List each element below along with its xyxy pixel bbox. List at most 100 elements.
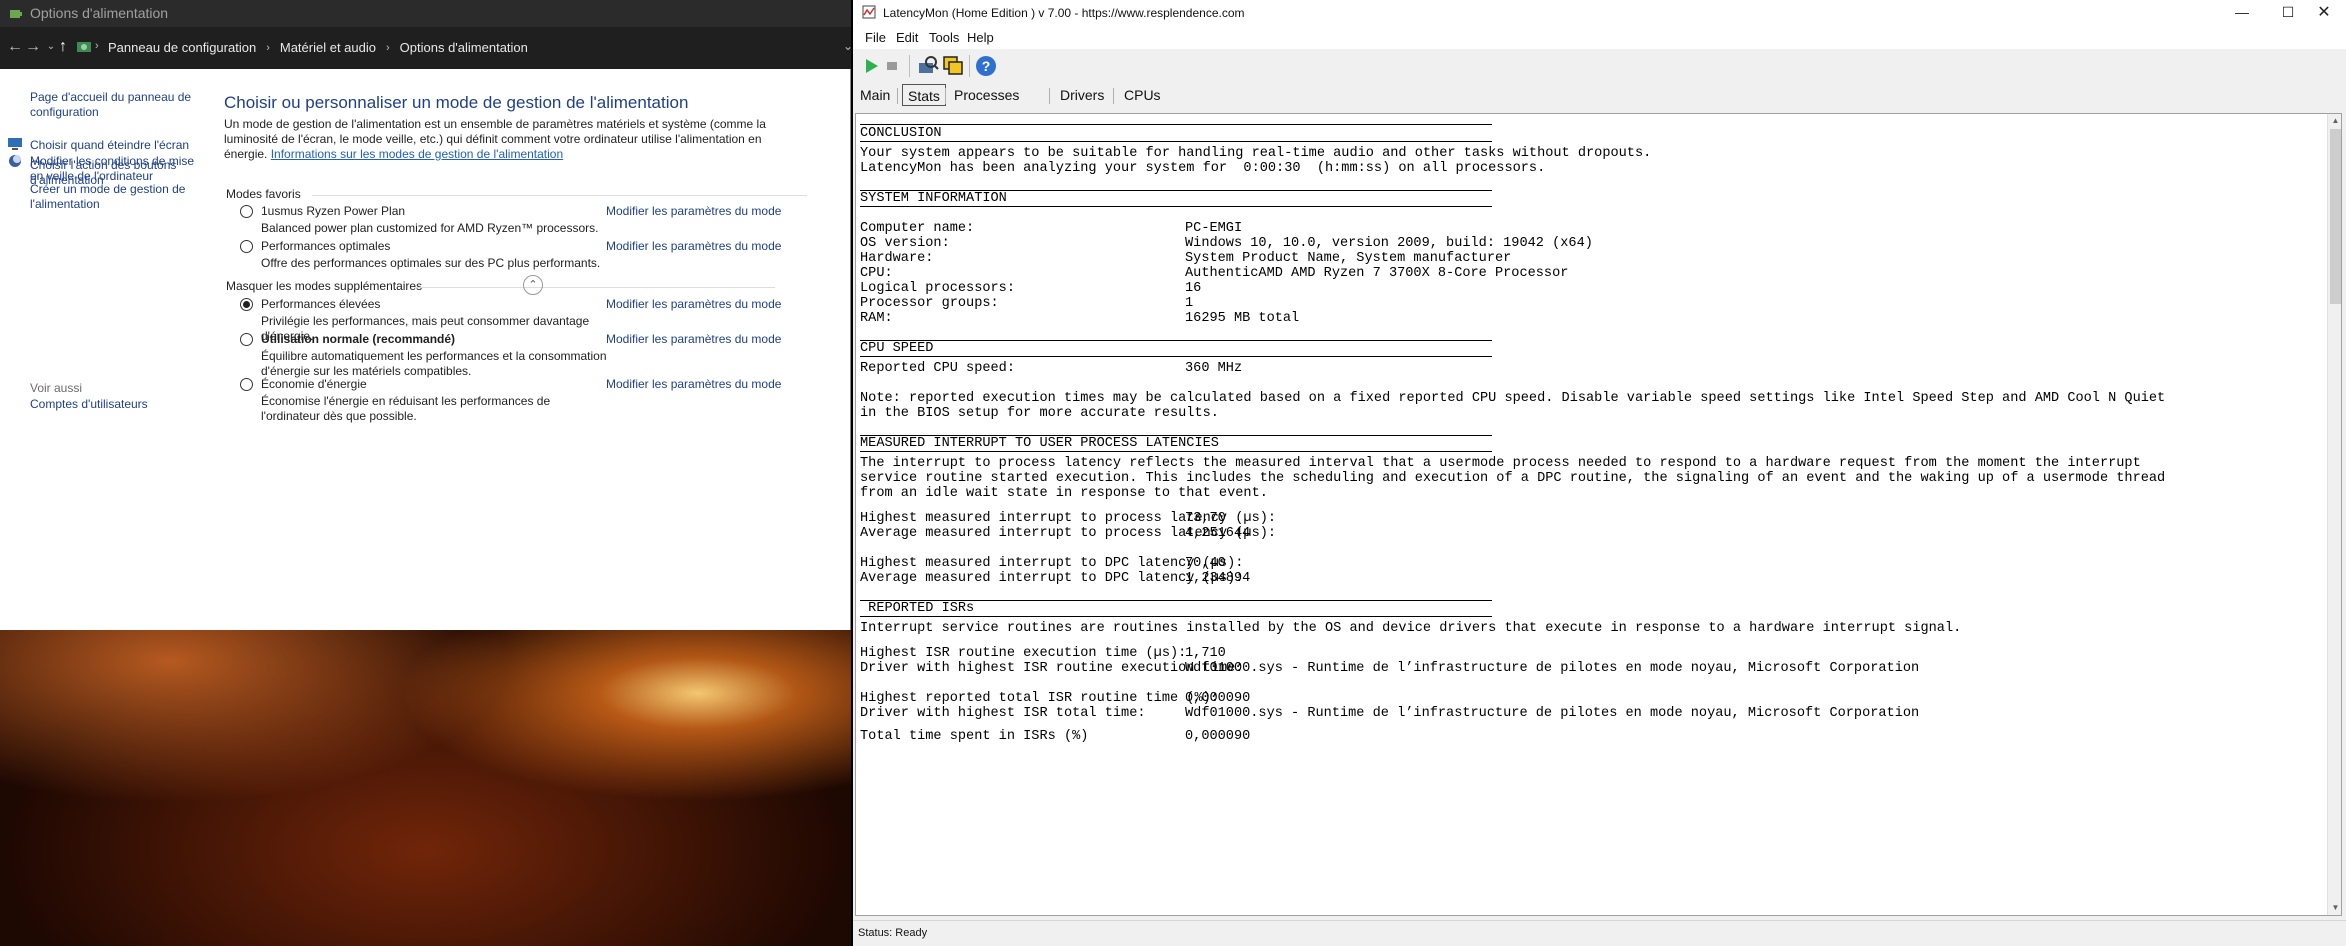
toolbar-separator [969, 55, 970, 77]
address-bar: ← → ⌄ ↑ › Panneau de configuration › Mat… [0, 27, 853, 69]
change-plan-settings-link[interactable]: Modifier les paramètres du mode [606, 377, 781, 391]
section-rule [860, 616, 1492, 617]
see-also-heading: Voir aussi [30, 381, 83, 395]
plan-description: Économise l'énergie en réduisant les per… [261, 394, 551, 423]
status-text: Status: Ready [858, 927, 928, 939]
control-panel-location-icon [77, 42, 91, 52]
desktop-wallpaper [0, 630, 851, 946]
scroll-up-arrow-icon[interactable]: ▲ [2328, 114, 2341, 128]
plan-description: Équilibre automatiquement les performanc… [261, 349, 607, 378]
plan-name[interactable]: Performances élevées [261, 297, 380, 311]
plan-name[interactable]: Performances optimales [261, 239, 390, 253]
plan-name[interactable]: Utilisation normale (recommandé) [261, 332, 455, 346]
sidebar-link-create-plan[interactable]: Créer un mode de gestion de l'alimentati… [30, 182, 200, 212]
minimize-icon[interactable]: — [2219, 0, 2265, 25]
plan-name[interactable]: Économie d'énergie [261, 377, 367, 391]
breadcrumb: Panneau de configuration › Matériel et a… [108, 40, 528, 55]
breadcrumb-separator-icon: › [385, 41, 390, 54]
change-plan-settings-link[interactable]: Modifier les paramètres du mode [606, 239, 781, 253]
scroll-down-arrow-icon[interactable]: ▼ [2328, 901, 2341, 915]
info-value: 16295 MB total [1185, 311, 1300, 326]
tab-processes[interactable]: Processes [949, 84, 1024, 106]
latency-value: 70,40 [1185, 556, 1226, 571]
tab-cpus[interactable]: CPUs [1119, 84, 1166, 106]
isr-key: Highest ISR routine execution time (µs): [860, 646, 1187, 661]
section-heading-isrs: REPORTED ISRs [860, 601, 975, 616]
collapse-chevron-up-icon[interactable]: ⌃ [523, 275, 543, 295]
power-plans-info-link[interactable]: Informations sur les modes de gestion de… [271, 147, 563, 161]
isr-value: 0,000090 [1185, 691, 1251, 706]
control-panel-window: Options d'alimentation ← → ⌄ ↑ › Panneau… [0, 0, 853, 630]
menu-tools[interactable]: Tools [929, 30, 959, 45]
info-key: RAM: [860, 311, 893, 326]
change-plan-settings-link[interactable]: Modifier les paramètres du mode [606, 332, 781, 346]
toolbar: ? [853, 49, 2346, 83]
interrupt-description-line: from an idle wait state in response to t… [860, 486, 1268, 501]
info-value: 360 MHz [1185, 361, 1243, 376]
plan-radio[interactable] [240, 240, 253, 253]
display-icon [8, 138, 22, 150]
toolbar-separator [909, 55, 910, 77]
stats-report[interactable]: CONCLUSION Your system appears to be sui… [855, 113, 2342, 916]
cpu-note-line: Note: reported execution times may be ca… [860, 391, 2166, 406]
section-rule [860, 141, 1492, 142]
section-heading-cpu-speed: CPU SPEED [860, 341, 934, 356]
stop-icon[interactable] [880, 54, 904, 78]
section-rule [860, 356, 1492, 357]
plan-radio[interactable] [240, 205, 253, 218]
plan-name[interactable]: 1usmus Ryzen Power Plan [261, 204, 405, 218]
breadcrumb-item-control-panel[interactable]: Panneau de configuration [108, 40, 256, 55]
sidebar-link-user-accounts[interactable]: Comptes d'utilisateurs [30, 397, 200, 412]
report-scrollbar[interactable]: ▲ ▼ [2327, 114, 2341, 915]
menu-help[interactable]: Help [967, 30, 994, 45]
driver-scan-icon[interactable] [916, 54, 940, 78]
plan-description: Offre des performances optimales sur des… [261, 256, 601, 270]
section-heading-interrupt-latencies: MEASURED INTERRUPT TO USER PROCESS LATEN… [860, 436, 1219, 451]
power-options-icon [10, 10, 22, 18]
isr-key: Driver with highest ISR total time: [860, 706, 1146, 721]
plan-radio-selected[interactable] [240, 298, 253, 311]
power-plans-panel: Choisir ou personnaliser un mode de gest… [205, 69, 851, 630]
divider [312, 195, 807, 196]
section-rule [860, 340, 1492, 341]
help-icon[interactable]: ? [974, 54, 998, 78]
change-plan-settings-link[interactable]: Modifier les paramètres du mode [606, 204, 781, 218]
breadcrumb-item-hardware-sound[interactable]: Matériel et audio [280, 40, 376, 55]
isr-value: 1,710 [1185, 646, 1226, 661]
sidebar-link-sleep-settings[interactable]: Modifier les conditions de mise en veill… [30, 154, 200, 184]
plan-description: Balanced power plan customized for AMD R… [261, 221, 599, 235]
svg-text:?: ? [982, 58, 991, 74]
tab-bar: Main Stats Processes Drivers CPUs [853, 83, 2346, 109]
info-value: AuthenticAMD AMD Ryzen 7 3700X 8-Core Pr… [1185, 266, 1569, 281]
copy-windows-icon[interactable] [941, 54, 965, 78]
menu-edit[interactable]: Edit [896, 30, 918, 45]
tab-divider [1113, 88, 1114, 104]
tab-stats[interactable]: Stats [902, 84, 946, 106]
latency-value: 4,251644 [1185, 526, 1251, 541]
info-value: Windows 10, 10.0, version 2009, build: 1… [1185, 236, 1593, 251]
isr-key: Highest reported total ISR routine time … [860, 691, 1219, 706]
up-arrow-icon[interactable]: ↑ [52, 36, 74, 58]
info-value: System Product Name, System manufacturer [1185, 251, 1512, 266]
info-key: Processor groups: [860, 296, 999, 311]
breadcrumb-item-power-options[interactable]: Options d'alimentation [400, 40, 528, 55]
plan-radio[interactable] [240, 378, 253, 391]
latencymon-window: LatencyMon (Home Edition ) v 7.00 - http… [853, 0, 2346, 946]
sidebar-link-control-panel-home[interactable]: Page d'accueil du panneau de configurati… [30, 90, 200, 120]
scrollbar-thumb[interactable] [2330, 129, 2341, 304]
isr-description: Interrupt service routines are routines … [860, 621, 1962, 636]
section-heading-system-information: SYSTEM INFORMATION [860, 191, 1007, 206]
info-value: PC-EMGI [1185, 221, 1243, 236]
menu-file[interactable]: File [865, 30, 886, 45]
hide-additional-plans-heading: Masquer les modes supplémentaires [226, 279, 423, 293]
tab-drivers[interactable]: Drivers [1055, 84, 1109, 106]
interrupt-description-line: The interrupt to process latency reflect… [860, 456, 2141, 471]
conclusion-line: Your system appears to be suitable for h… [860, 146, 1652, 161]
info-key: OS version: [860, 236, 950, 251]
address-dropdown-icon[interactable]: ⌄ [843, 39, 853, 53]
change-plan-settings-link[interactable]: Modifier les paramètres du mode [606, 297, 781, 311]
plan-radio[interactable] [240, 333, 253, 346]
close-icon[interactable]: ✕ [2301, 0, 2346, 25]
tab-main[interactable]: Main [855, 84, 895, 106]
sidebar-link-turn-off-display[interactable]: Choisir quand éteindre l'écran [30, 138, 200, 153]
